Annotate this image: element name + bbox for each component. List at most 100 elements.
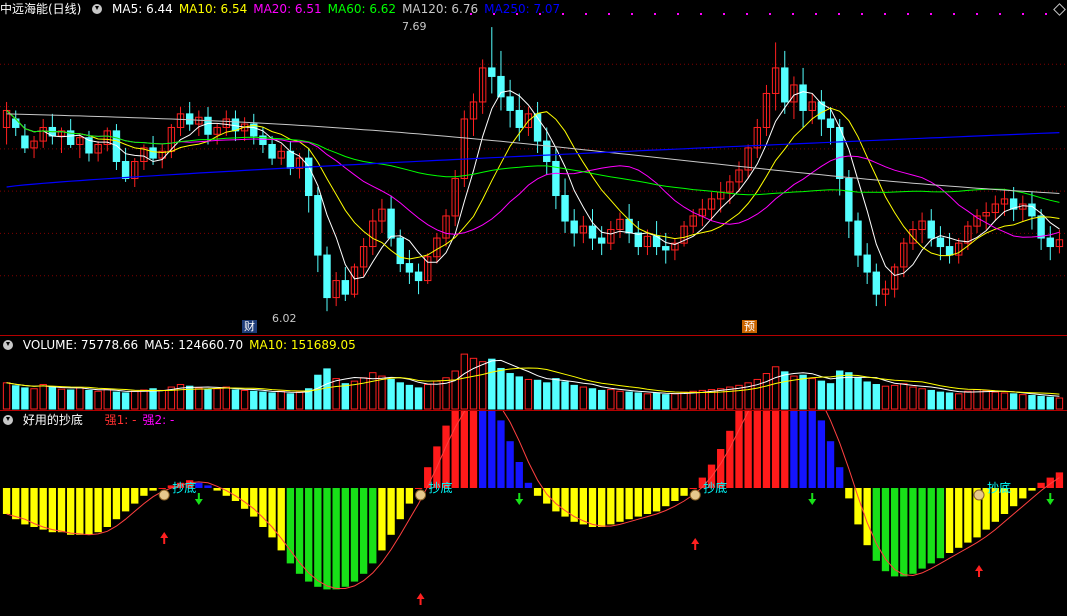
volume-bar: [121, 392, 130, 410]
volume-bar: [845, 372, 853, 410]
indicator-bar: [140, 488, 148, 496]
candle-down: [945, 246, 954, 256]
indicator-bar: [1028, 488, 1036, 491]
indicator-bar: [744, 411, 752, 488]
volume-bar: [964, 390, 972, 410]
indicator-bar: [295, 488, 304, 574]
indicator-bar: [955, 488, 963, 548]
candle-down: [149, 147, 157, 159]
candle-down: [121, 160, 130, 180]
volume-bar: [762, 373, 771, 410]
volume-bar: [781, 371, 789, 410]
volume-bar: [570, 384, 578, 410]
indicator-chart[interactable]: 抄底 抄底 抄底 抄底: [0, 411, 1067, 616]
candle-down: [488, 67, 496, 77]
volume-bar: [652, 392, 661, 410]
candle-down: [341, 280, 350, 295]
volume-bar: [286, 393, 295, 410]
volume-settings-icon[interactable]: [3, 340, 13, 350]
signal-dot: [884, 13, 886, 15]
volume-bar: [543, 382, 551, 410]
ma-label-3: MA60: 6.62: [327, 2, 397, 16]
indicator-bar: [213, 488, 221, 491]
candle-down: [387, 208, 395, 239]
indicator-bar: [671, 488, 679, 501]
volume-bar: [524, 378, 533, 410]
volume-bar: [48, 386, 57, 410]
price-chart[interactable]: [0, 0, 1067, 335]
signal-dot: [585, 13, 587, 15]
indicator-title: 好用的抄底: [22, 413, 83, 427]
money-bag-icon: [415, 489, 427, 501]
candle-down: [405, 263, 414, 273]
candle-down: [662, 246, 670, 251]
volume-bar: [991, 391, 1000, 410]
buy-signal-label: 抄底: [703, 480, 727, 495]
price-header: 中远海能(日线) MA5: 6.44 MA10: 6.54 MA20: 6.51 MA…: [0, 0, 572, 18]
signal-dot: [654, 13, 656, 15]
indicator-bar: [680, 488, 688, 496]
indicator-bar: [332, 488, 340, 590]
volume-bar: [195, 387, 203, 410]
volume-bar: [607, 389, 615, 410]
event-cai-badge[interactable]: 财: [242, 320, 257, 333]
candle-down: [286, 150, 295, 169]
volume-bar: [488, 358, 496, 410]
volume-bar: [341, 383, 350, 410]
indicator-bar: [48, 488, 57, 533]
indicator-settings-icon[interactable]: [3, 415, 13, 425]
candle-down: [1046, 237, 1054, 248]
buy-signal-label: 抄底: [172, 480, 196, 495]
indicator-bar: [30, 488, 38, 527]
candle-down: [781, 67, 789, 103]
indicator-bar: [808, 411, 816, 488]
volume-panel[interactable]: VOLUME: 75778.66 MA5: 124660.70 MA10: 1516…: [0, 336, 1067, 410]
volume-bar: [66, 389, 75, 410]
volume-bar: [424, 384, 432, 410]
price-low-label: 6.02: [272, 312, 297, 325]
indicator-bar: [121, 488, 130, 512]
indicator-bar: [909, 488, 917, 574]
volume-bar: [808, 378, 816, 410]
indicator-bar: [552, 488, 560, 512]
indicator-bar: [1055, 472, 1064, 488]
candle-down: [12, 118, 20, 128]
volume-bar: [451, 370, 459, 410]
volume-bar: [240, 389, 249, 410]
signal-dot: [953, 13, 955, 15]
candle-down: [826, 118, 835, 128]
volume-bar: [552, 378, 560, 410]
ma-settings-icon[interactable]: [92, 4, 103, 14]
signal-dot: [976, 13, 978, 15]
indicator-bar: [854, 488, 862, 525]
indicator-bar: [616, 488, 624, 522]
indicator-bar: [378, 488, 386, 551]
volume-bar: [973, 389, 981, 410]
indicator-panel[interactable]: 抄底 抄底 抄底 抄底 好用的抄底 强1: - 强2: -: [0, 411, 1067, 616]
volume-bar: [405, 384, 414, 410]
indicator-bar: [762, 411, 771, 488]
indicator-bar: [1019, 488, 1027, 499]
indicator-bar: [369, 488, 377, 564]
price-panel[interactable]: 中远海能(日线) MA5: 6.44 MA10: 6.54 MA20: 6.51 MA…: [0, 0, 1067, 335]
candle-down: [414, 271, 423, 282]
candle-down: [863, 254, 871, 273]
candle-down: [21, 135, 29, 149]
indicator-bar: [442, 425, 450, 488]
candle-down: [543, 140, 551, 162]
indicator-bar: [112, 488, 121, 520]
volume-bar: [689, 390, 697, 410]
candle-down: [1037, 215, 1045, 239]
indicator-bar: [781, 411, 789, 488]
ma-label-1: MA10: 6.54: [178, 2, 248, 16]
indicator-bar: [469, 411, 478, 488]
volume-bar: [863, 381, 871, 410]
volume-label-1: MA5: 124660.70: [144, 338, 244, 352]
volume-bar: [12, 385, 20, 410]
volume-bar: [1019, 394, 1027, 410]
volume-bar: [945, 392, 954, 410]
event-yu-badge[interactable]: 预: [742, 320, 757, 333]
indicator-bar: [488, 411, 496, 488]
indicator-bar: [533, 488, 542, 496]
volume-bar: [250, 390, 258, 410]
